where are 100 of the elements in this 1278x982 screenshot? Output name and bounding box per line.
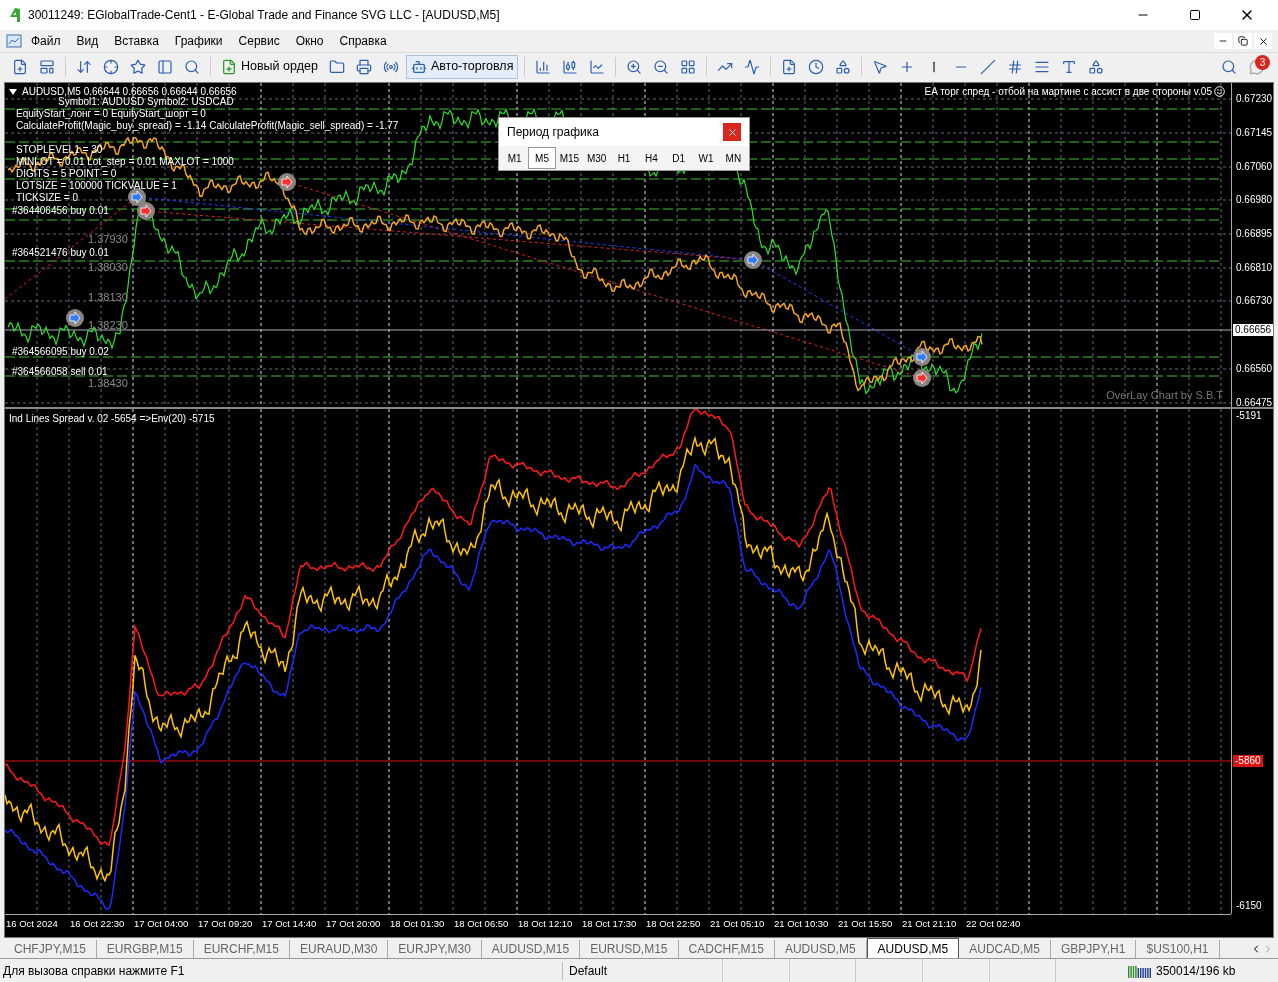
price-tick: 0.66730 <box>1236 295 1273 307</box>
indicator-level-label: -5860 <box>1233 755 1263 767</box>
menu-item[interactable]: Графики <box>167 32 230 50</box>
info-text: CalculateProfit(Magic_buy_spread) = -1.14 CalculateProfit(Magic_sell_spread) = -1.77 <box>16 120 399 132</box>
time-tick: 17 Oct 09:20 <box>197 917 254 932</box>
price-tick: 0.67145 <box>1236 127 1273 139</box>
time-tick: 16 Oct 22:30 <box>69 917 126 932</box>
time-tick: 22 Oct 02:40 <box>965 917 1022 932</box>
price-tick: 0.67060 <box>1236 161 1273 173</box>
chart-tab[interactable]: AUDUSD,M5 <box>774 940 867 958</box>
ea-title: EA торг спред - отбой на мартине с ассист в две стороны v.05 <box>924 85 1212 99</box>
price-tick: 0.66980 <box>1236 194 1273 206</box>
time-tick: 18 Oct 06:50 <box>453 917 510 932</box>
time-tick: 21 Oct 05:10 <box>709 917 766 932</box>
time-tick: 18 Oct 22:50 <box>645 917 702 932</box>
period-button[interactable]: H1 <box>610 147 638 169</box>
chart-window-icon <box>6 34 22 48</box>
maximize-icon <box>1189 9 1201 21</box>
mdi-close-button[interactable] <box>1254 33 1272 49</box>
time-tick: 21 Oct 15:50 <box>837 917 894 932</box>
price-tick: 0.67230 <box>1236 93 1273 105</box>
chart-tab[interactable]: EURCHF,M15 <box>193 940 290 958</box>
time-tick: 17 Oct 20:00 <box>325 917 382 932</box>
menu-item[interactable]: Файл <box>24 32 68 50</box>
period-button[interactable]: D1 <box>665 147 693 169</box>
order-label: #364566058 sell 0.01 <box>12 366 108 378</box>
mdi-restore-button[interactable] <box>1234 33 1252 49</box>
order-label: #364566095 buy 0.02 <box>12 346 109 358</box>
new-order-button[interactable]: Новый ордер <box>217 54 322 79</box>
credit-text: OverLay Chart by S.B.T <box>1106 387 1223 403</box>
symbol2-price-label: 1.37930 <box>88 233 128 245</box>
connection-bars-icon <box>1128 963 1152 978</box>
chart-tab[interactable]: AUDUSD,M5 <box>866 938 960 958</box>
chart-tab[interactable]: EURGBP,M15 <box>96 940 194 958</box>
order-label: #364521476 buy 0.01 <box>12 247 109 259</box>
time-tick: 21 Oct 21:10 <box>901 917 958 932</box>
chart-tab[interactable]: AUDCAD,M5 <box>959 940 1051 958</box>
current-price-label: 0.66656 <box>1233 324 1274 336</box>
status-profile: Default <box>562 961 722 980</box>
chart-tab[interactable]: $US100,H1 <box>1136 940 1220 958</box>
restore-icon <box>1238 36 1248 46</box>
menu-item[interactable]: Сервис <box>231 32 287 50</box>
order-label: #364406456 buy 0.01 <box>12 205 109 217</box>
price-tick: 0.66895 <box>1236 228 1273 240</box>
info-text: DIGITS = 5 POINT = 0 <box>16 168 117 180</box>
info-text: EquityStart_лонг = 0 EquityStart_шорт = 0 <box>16 108 206 120</box>
menu-item[interactable]: Окно <box>288 32 331 50</box>
chart-tab[interactable]: GBPJPY,H1 <box>1050 940 1137 958</box>
close-icon <box>726 126 738 138</box>
period-button[interactable]: H4 <box>637 147 665 169</box>
chart-header: AUDUSD,M5 0.66644 0.66656 0.66644 0.66656 <box>22 85 237 98</box>
period-button[interactable]: M15 <box>555 147 584 169</box>
chart-tab[interactable]: EURAUD,M30 <box>290 940 389 958</box>
period-button[interactable]: MN <box>719 147 747 169</box>
collapse-triangle-icon[interactable] <box>9 88 17 95</box>
window-title: 30011249: EGlobalTrade-Cent1 - E-Global Trade and Finance SVG LLC - [AUDUSD,M5] <box>28 7 501 24</box>
app-logo-icon <box>8 7 22 23</box>
trade-marker-icon <box>278 173 296 191</box>
price-tick: 0.66810 <box>1236 262 1273 274</box>
notification-badge: 3 <box>1255 54 1270 70</box>
trade-marker-icon <box>128 188 146 206</box>
close-icon <box>1257 35 1269 47</box>
status-help-text: Для вызова справки нажмите F1 <box>2 962 186 980</box>
menu-item[interactable]: Вставка <box>107 32 166 50</box>
info-text: TICKSIZE = 0 <box>16 192 78 204</box>
indicator-label: Ind Lines Spread v. 02 -5654 =>Env(20) -5715 <box>9 412 215 426</box>
indicator-tick: -6150 <box>1236 900 1262 912</box>
period-button[interactable]: M5 <box>528 147 556 169</box>
time-tick: 21 Oct 10:30 <box>773 917 830 932</box>
chart-tab[interactable]: AUDUSD,M15 <box>481 940 581 958</box>
time-tick: 16 Oct 2024 <box>5 917 59 932</box>
status-traffic: 350014/196 kb <box>1156 962 1236 980</box>
period-button[interactable]: M30 <box>583 147 611 169</box>
smiley-icon <box>1214 86 1225 97</box>
menu-item[interactable]: Справка <box>332 32 394 50</box>
time-tick: 18 Oct 12:10 <box>517 917 574 932</box>
chart-tab[interactable]: CHFJPY,M15 <box>4 940 97 958</box>
period-button[interactable]: W1 <box>692 147 720 169</box>
chart-tab[interactable]: EURJPY,M30 <box>388 940 482 958</box>
dialog-title: Период графика <box>507 124 599 141</box>
autotrade-button[interactable]: Авто-торговля <box>405 54 519 79</box>
time-tick: 18 Oct 17:30 <box>581 917 638 932</box>
menu-item[interactable]: Вид <box>69 32 106 50</box>
info-text: Symbol1: AUDUSD Symbol2: USDCAD <box>58 96 234 108</box>
symbol2-price-label: 1.38030 <box>88 261 128 273</box>
price-tick: 0.66560 <box>1236 363 1273 375</box>
time-tick: 17 Oct 04:00 <box>133 917 190 932</box>
indicator-tick: -5191 <box>1236 410 1262 422</box>
chart-tab[interactable]: EURUSD,M15 <box>580 940 679 958</box>
time-tick: 18 Oct 01:30 <box>389 917 446 932</box>
trade-marker-icon <box>913 348 931 366</box>
period-button[interactable]: M1 <box>501 147 529 169</box>
price-tick: 0.66475 <box>1236 397 1273 409</box>
dialog-close-button[interactable] <box>723 123 741 141</box>
trade-marker-icon <box>913 369 931 387</box>
time-tick: 17 Oct 14:40 <box>261 917 318 932</box>
symbol2-price-label: 1.38430 <box>88 377 128 389</box>
chart-tab[interactable]: CADCHF,M15 <box>678 940 775 958</box>
trade-marker-icon <box>66 309 84 327</box>
trade-marker-icon <box>137 202 155 220</box>
